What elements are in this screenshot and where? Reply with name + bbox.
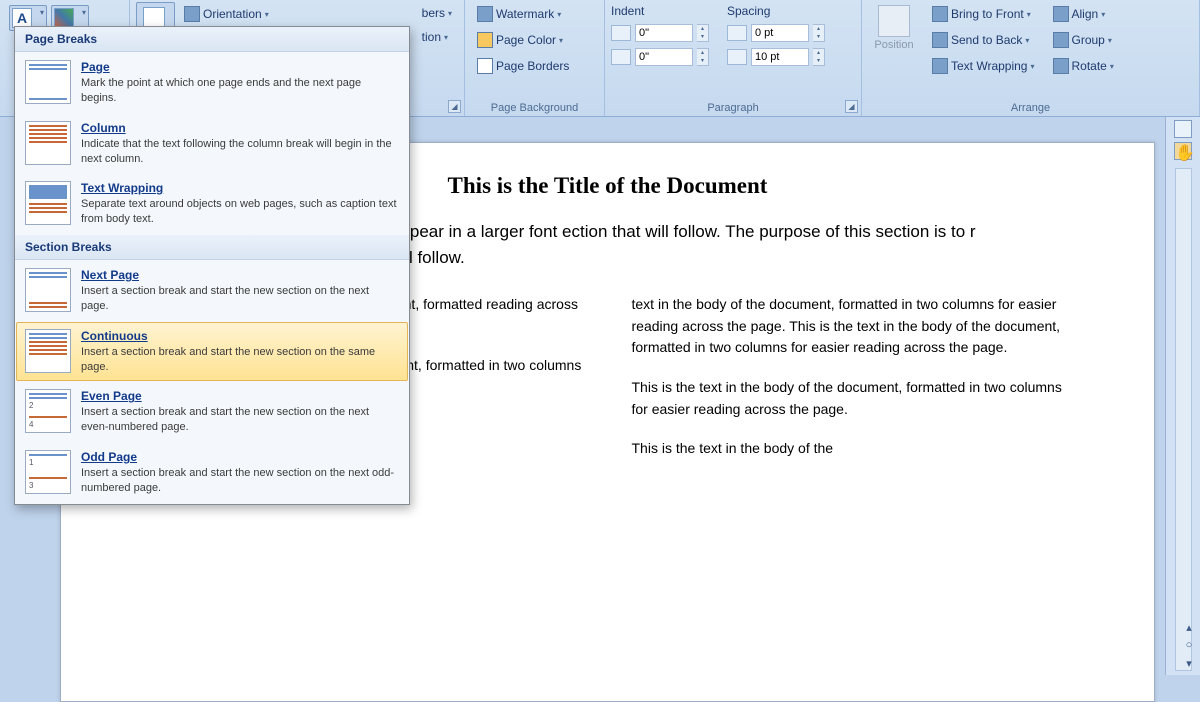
indent-right-input[interactable] [635,48,693,66]
break-column-title: Column [81,121,399,135]
watermark-icon [477,6,493,22]
page-break-icon [25,60,71,104]
break-column-desc: Indicate that the text following the col… [81,137,399,167]
column-2: text in the body of the document, format… [632,294,1065,478]
spacing-before-spinner[interactable]: ▴▾ [813,24,825,42]
hand-icon[interactable]: ✋ [1174,142,1192,160]
col2-p1: text in the body of the document, format… [632,294,1065,359]
scroll-down-icon[interactable]: ▾ [1182,657,1196,671]
spacing-after-icon [727,49,747,65]
spacing-before-icon [727,25,747,41]
section-continuous-item[interactable]: Continuous Insert a section break and st… [16,322,408,382]
colors-icon [54,8,74,28]
indent-header: Indent [611,2,709,20]
orientation-icon [184,6,200,22]
section-even-page-item[interactable]: 24 Even Page Insert a section break and … [16,382,408,442]
scroll-up-icon[interactable]: ▴ [1182,621,1196,635]
text-wrap-icon [932,58,948,74]
break-column-item[interactable]: Column Indicate that the text following … [16,114,408,174]
break-page-desc: Mark the point at which one page ends an… [81,76,399,106]
section-even-page-title: Even Page [81,389,399,403]
section-next-page-desc: Insert a section break and start the new… [81,284,399,314]
position-button[interactable]: Position [868,2,920,78]
odd-page-icon: 13 [25,450,71,494]
paragraph-group-label: Paragraph [611,100,855,116]
page-color-button[interactable]: Page Color ▾ [471,28,598,52]
rotate-button[interactable]: Rotate▾ [1047,54,1120,78]
even-page-icon: 24 [25,389,71,433]
section-odd-page-item[interactable]: 13 Odd Page Insert a section break and s… [16,443,408,503]
section-continuous-desc: Insert a section break and start the new… [81,345,399,375]
break-page-item[interactable]: Page Mark the point at which one page en… [16,53,408,113]
text-wrapping-break-icon [25,181,71,225]
break-page-title: Page [81,60,399,74]
spacing-before-input[interactable] [751,24,809,42]
continuous-icon [25,329,71,373]
next-page-icon [25,268,71,312]
break-text-wrapping-title: Text Wrapping [81,181,399,195]
chevron-down-icon: ▾ [265,10,269,19]
send-to-back-button[interactable]: Send to Back▾ [926,28,1041,52]
spacing-after-spinner[interactable]: ▴▾ [813,48,825,66]
hyphenation-button[interactable]: tion ▾ [416,26,458,48]
indent-left-icon [611,25,631,41]
send-back-icon [932,32,948,48]
page-nav-icon[interactable]: ○ [1182,639,1196,653]
spacing-before[interactable]: ▴▾ [727,24,825,42]
section-continuous-title: Continuous [81,329,399,343]
a-icon: A [12,8,32,28]
page-color-icon [477,32,493,48]
page-borders-button[interactable]: Page Borders [471,54,598,78]
hyphenation-label: tion [422,30,441,44]
rotate-icon [1053,58,1069,74]
align-button[interactable]: Align▾ [1047,2,1120,26]
col2-p3: This is the text in the body of the [632,438,1065,460]
indent-right-icon [611,49,631,65]
page-breaks-header: Page Breaks [15,27,409,52]
bring-front-icon [932,6,948,22]
spacing-header: Spacing [727,2,825,20]
align-icon [1053,6,1069,22]
section-odd-page-desc: Insert a section break and start the new… [81,466,399,496]
paragraph-dialog-launcher[interactable]: ◢ [845,100,858,113]
right-sidebar: ✋ ▴ ○ ▾ [1165,117,1200,675]
bring-to-front-button[interactable]: Bring to Front▾ [926,2,1041,26]
indent-left[interactable]: ▴▾ [611,24,709,42]
watermark-button[interactable]: Watermark ▾ [471,2,598,26]
orientation-button[interactable]: Orientation ▾ [178,2,275,26]
break-text-wrapping-desc: Separate text around objects on web page… [81,197,399,227]
section-breaks-header: Section Breaks [15,235,409,260]
position-icon [878,5,910,37]
group-button[interactable]: Group▾ [1047,28,1120,52]
ruler-icon[interactable] [1174,120,1192,138]
page-background-group-label: Page Background [471,100,598,116]
section-next-page-title: Next Page [81,268,399,282]
indent-left-spinner[interactable]: ▴▾ [697,24,709,42]
spacing-after-input[interactable] [751,48,809,66]
section-even-page-desc: Insert a section break and start the new… [81,405,399,435]
group-icon [1053,32,1069,48]
indent-left-input[interactable] [635,24,693,42]
page-setup-dialog-launcher[interactable]: ◢ [448,100,461,113]
col2-p2: This is the text in the body of the docu… [632,377,1065,420]
break-text-wrapping-item[interactable]: Text Wrapping Separate text around objec… [16,174,408,234]
column-break-icon [25,121,71,165]
indent-right-spinner[interactable]: ▴▾ [697,48,709,66]
arrange-group-label: Arrange [868,100,1193,116]
orientation-label: Orientation [203,7,262,21]
indent-right[interactable]: ▴▾ [611,48,709,66]
line-numbers-label: bers [422,6,445,20]
line-numbers-button[interactable]: bers ▾ [416,2,458,24]
page-borders-icon [477,58,493,74]
spacing-after[interactable]: ▴▾ [727,48,825,66]
text-wrapping-button[interactable]: Text Wrapping▾ [926,54,1041,78]
section-next-page-item[interactable]: Next Page Insert a section break and sta… [16,261,408,321]
breaks-dropdown: Page Breaks Page Mark the point at which… [14,26,410,505]
section-odd-page-title: Odd Page [81,450,399,464]
vertical-scrollbar[interactable] [1175,168,1192,671]
